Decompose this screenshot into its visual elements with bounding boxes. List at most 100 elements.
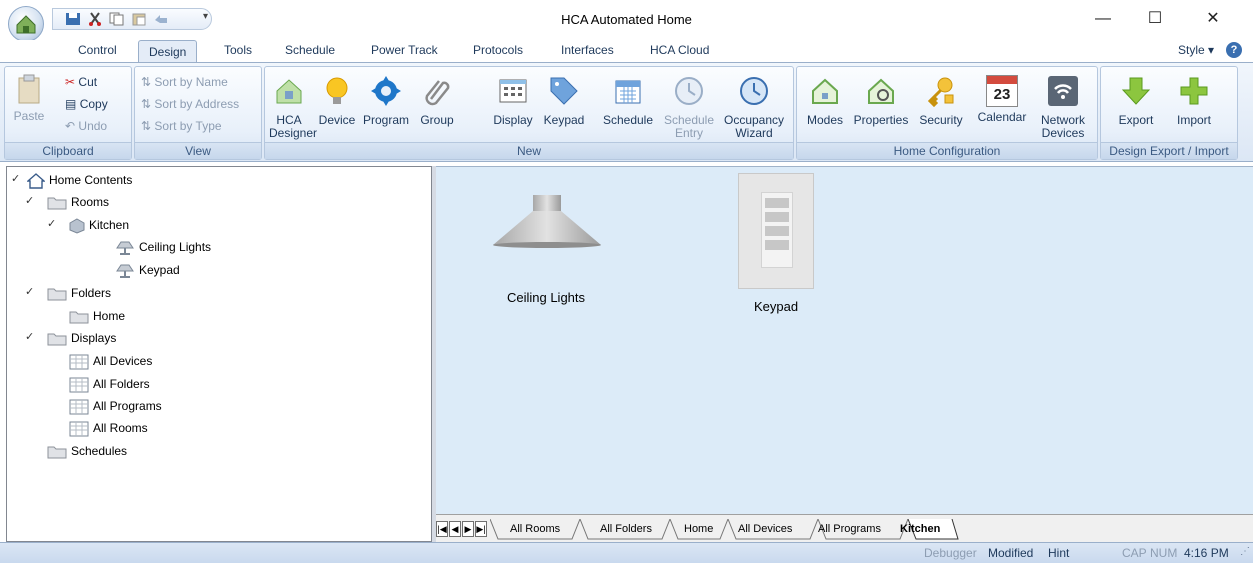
program-button[interactable]: Program	[361, 75, 411, 127]
status-time: 4:16 PM	[1184, 546, 1229, 560]
status-modified: Modified	[988, 546, 1034, 560]
paste-button[interactable]: Paste	[11, 73, 47, 123]
tree-label: Ceiling Lights	[139, 240, 212, 254]
resize-grip-icon[interactable]: ⋰	[1240, 546, 1250, 557]
tab-schedule[interactable]: Schedule	[285, 43, 335, 57]
tree-node-ceiling-lights[interactable]: Ceiling Lights	[115, 237, 211, 257]
tree-node-all-devices[interactable]: All Devices	[69, 351, 152, 371]
tree-node-kitchen[interactable]: Kitchen	[69, 215, 129, 235]
sort-by-name-button[interactable]: ⇅ Sort by Name	[141, 73, 228, 91]
occupancy-wizard-button[interactable]: Occupancy Wizard	[721, 75, 787, 140]
program-label: Program	[362, 113, 409, 127]
folder-icon	[47, 446, 67, 459]
tree-node-home-contents[interactable]: Home Contents	[26, 170, 132, 190]
expand-chevron-icon[interactable]: ✓	[25, 194, 34, 207]
sheet-tab-kitchen[interactable]: Kitchen	[888, 520, 952, 538]
app-window: ▾ HCA Automated Home — ☐ ✕ Control Desig…	[0, 0, 1253, 563]
calendar-icon: 23	[986, 75, 1018, 107]
tree-node-keypad[interactable]: Keypad	[115, 260, 180, 280]
group-design-export-import: Export Import Design Export / Import	[1100, 66, 1238, 160]
expand-chevron-icon[interactable]: ✓	[25, 330, 34, 343]
wifi-icon	[1048, 76, 1078, 106]
keypad-button[interactable]: Keypad	[541, 75, 587, 127]
sheet-tab-all-devices[interactable]: All Devices	[726, 520, 804, 538]
modes-button[interactable]: Modes	[803, 75, 847, 127]
prev-tab-button[interactable]: ◀	[449, 521, 461, 537]
tree-node-displays[interactable]: Displays	[47, 328, 116, 348]
schedule-label: Schedule	[602, 113, 654, 127]
sort-by-address-button[interactable]: ⇅ Sort by Address	[141, 95, 239, 113]
hca-designer-button[interactable]: HCA Designer	[269, 75, 317, 140]
tab-interfaces[interactable]: Interfaces	[561, 43, 614, 57]
folder-icon	[69, 311, 89, 324]
tree-label: Folders	[71, 286, 112, 300]
tab-tools[interactable]: Tools	[224, 43, 252, 57]
calendar-label: Calendar	[977, 110, 1027, 124]
clock-icon	[675, 77, 703, 105]
down-arrow-icon	[1121, 77, 1151, 105]
properties-button[interactable]: Properties	[849, 75, 913, 127]
network-devices-button[interactable]: Network Devices	[1035, 75, 1091, 140]
expand-chevron-icon[interactable]: ✓	[11, 172, 20, 185]
expand-chevron-icon[interactable]: ✓	[47, 217, 56, 230]
tree-label: Displays	[71, 331, 117, 345]
cut-button[interactable]: ✂ Cut	[65, 73, 97, 91]
tree-label: Home	[93, 309, 126, 323]
security-button[interactable]: Security	[915, 75, 967, 127]
sort-by-type-button[interactable]: ⇅ Sort by Type	[141, 117, 222, 135]
plus-icon	[1180, 77, 1208, 105]
tree-node-all-rooms[interactable]: All Rooms	[69, 418, 148, 438]
maximize-button[interactable]: ☐	[1132, 6, 1178, 32]
sheet-tab-home[interactable]: Home	[672, 520, 725, 538]
tag-icon	[550, 77, 578, 105]
tab-power-track[interactable]: Power Track	[371, 43, 438, 57]
tree-label: Schedules	[71, 444, 128, 458]
keypad-icon	[738, 173, 814, 289]
style-menu[interactable]: Style ▾	[1178, 43, 1214, 57]
schedule-calendar-icon	[615, 80, 641, 104]
undo-button[interactable]: ↶ Undo	[65, 117, 107, 135]
first-tab-button[interactable]: |◀	[436, 521, 448, 537]
next-tab-button[interactable]: ▶	[462, 521, 474, 537]
copy-button[interactable]: ▤ Copy	[65, 95, 108, 113]
sheet-tab-all-rooms[interactable]: All Rooms	[498, 520, 572, 538]
export-button[interactable]: Export	[1113, 75, 1159, 127]
cut-label: Cut	[78, 75, 98, 89]
close-button[interactable]: ✕	[1190, 6, 1236, 32]
view-item-ceiling-lights[interactable]: Ceiling Lights	[476, 177, 616, 305]
gear-icon	[371, 76, 401, 106]
minimize-button[interactable]: —	[1080, 6, 1126, 32]
display-label: Display	[493, 113, 533, 127]
view-item-label: Ceiling Lights	[506, 290, 586, 305]
display-grid-icon	[499, 79, 527, 103]
sheet-tab-all-folders[interactable]: All Folders	[588, 520, 664, 538]
view-item-keypad[interactable]: Keypad	[726, 173, 826, 314]
status-num: NUM	[1150, 546, 1178, 560]
help-icon[interactable]: ?	[1226, 42, 1242, 58]
home-tree-view: ✓ Home Contents ✓ Rooms ✓ Kitchen Ceilin…	[6, 166, 432, 542]
import-button[interactable]: Import	[1171, 75, 1217, 127]
display-grid-icon	[69, 377, 89, 393]
status-hint: Hint	[1048, 546, 1070, 560]
schedule-entry-label-2: Entry	[674, 126, 703, 140]
tab-hca-cloud[interactable]: HCA Cloud	[650, 43, 709, 57]
last-tab-button[interactable]: ▶|	[475, 521, 487, 537]
tab-design[interactable]: Design	[138, 40, 198, 63]
tree-node-all-programs[interactable]: All Programs	[69, 396, 162, 416]
schedule-button[interactable]: Schedule	[599, 75, 657, 127]
tree-node-home-folder[interactable]: Home	[69, 306, 125, 326]
tab-protocols[interactable]: Protocols	[473, 43, 523, 57]
device-button[interactable]: Device	[317, 75, 357, 127]
group-button[interactable]: Group	[413, 75, 461, 127]
tree-node-folders[interactable]: Folders	[47, 283, 111, 303]
expand-chevron-icon[interactable]: ✓	[25, 285, 34, 298]
schedule-entry-button[interactable]: Schedule Entry	[661, 75, 717, 140]
tree-node-schedules[interactable]: Schedules	[47, 441, 127, 461]
tree-node-all-folders[interactable]: All Folders	[69, 374, 150, 394]
occupancy-clock-icon	[740, 77, 768, 105]
calendar-button[interactable]: 23 Calendar	[975, 75, 1029, 124]
tree-node-rooms[interactable]: Rooms	[47, 192, 109, 212]
display-button[interactable]: Display	[489, 75, 537, 127]
sheet-tab-all-programs[interactable]: All Programs	[806, 520, 893, 538]
tab-control[interactable]: Control	[78, 43, 117, 57]
